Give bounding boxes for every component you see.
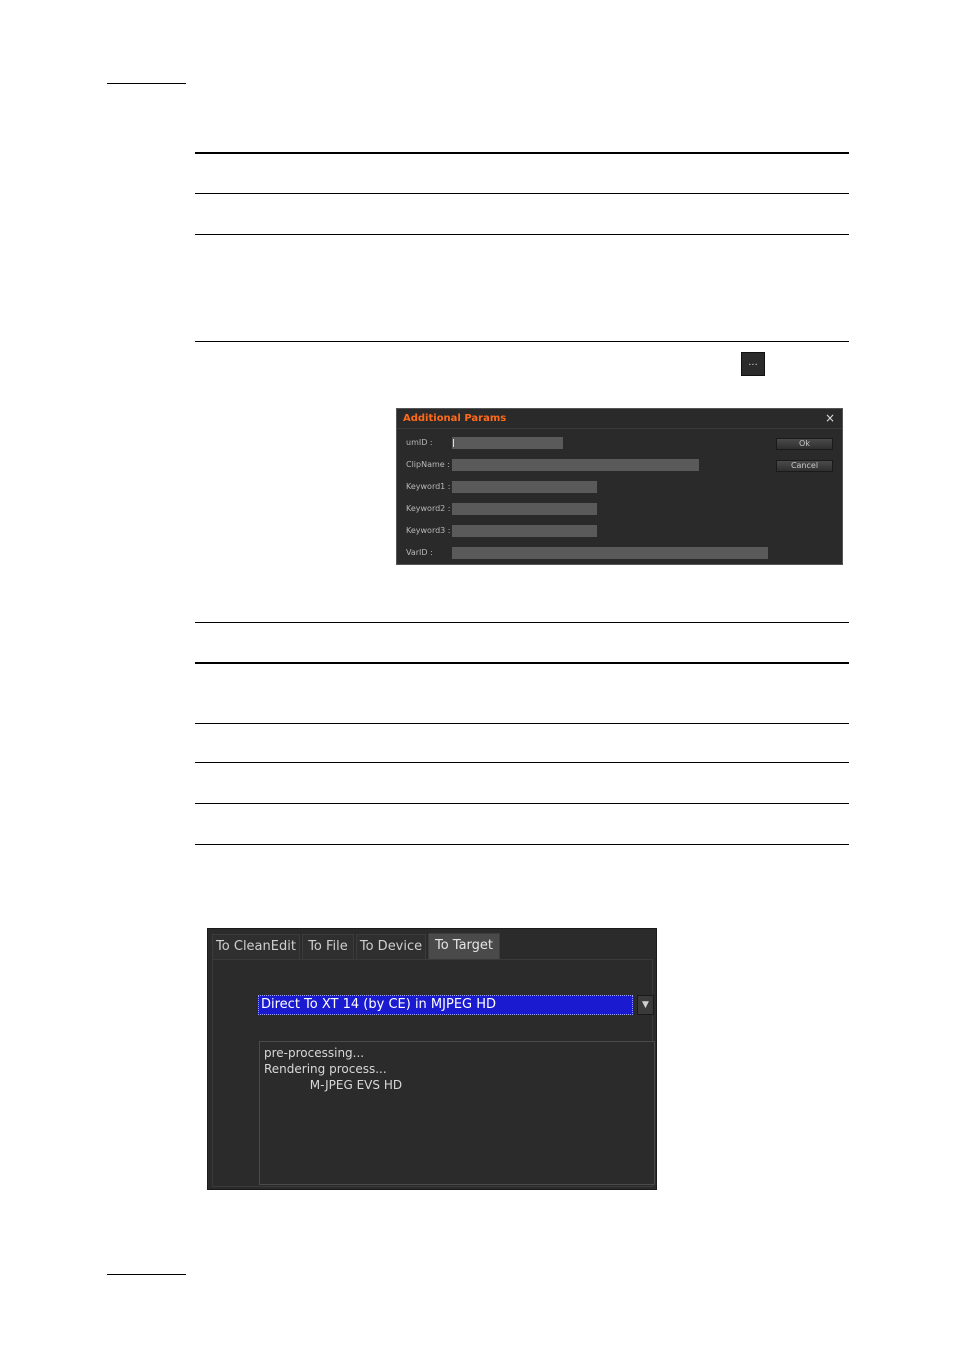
table-rule	[195, 622, 849, 623]
log-line: pre-processing...	[264, 1046, 365, 1060]
keyword1-field[interactable]	[452, 481, 597, 493]
varid-label: VarID :	[406, 548, 433, 557]
table-rule	[195, 723, 849, 724]
cancel-button[interactable]: Cancel	[776, 460, 833, 472]
table-rule	[195, 234, 849, 235]
table-rule	[195, 762, 849, 763]
keyword3-field[interactable]	[452, 525, 597, 537]
table-rule	[195, 193, 849, 194]
umid-field[interactable]	[452, 437, 563, 449]
keyword1-label: Keyword1 :	[406, 482, 451, 491]
tab-to-cleanedit[interactable]: To CleanEdit	[212, 934, 300, 959]
render-log: pre-processing... Rendering process... M…	[259, 1041, 655, 1185]
ok-button[interactable]: Ok	[776, 438, 833, 450]
footer-rule	[107, 1274, 186, 1275]
titlebar-divider	[397, 428, 842, 429]
tab-to-file[interactable]: To File	[302, 934, 354, 959]
table-rule	[195, 803, 849, 804]
keyword2-field[interactable]	[452, 503, 597, 515]
dialog-title: Additional Params	[403, 413, 507, 424]
additional-params-dialog: Additional Params × umID : ClipName : Ke…	[396, 408, 843, 565]
table-rule	[195, 152, 849, 154]
log-line: M-JPEG EVS HD	[264, 1078, 403, 1092]
header-rule	[107, 83, 186, 84]
chevron-down-icon[interactable]: ▼	[637, 995, 654, 1015]
keyword3-label: Keyword3 :	[406, 526, 451, 535]
table-rule	[195, 341, 849, 342]
close-icon[interactable]: ×	[825, 411, 835, 425]
ellipsis-button[interactable]: ...	[741, 352, 765, 376]
table-rule	[195, 662, 849, 664]
log-line: Rendering process...	[264, 1062, 387, 1076]
clipname-label: ClipName :	[406, 460, 450, 469]
umid-label: umID :	[406, 438, 433, 447]
output-panel: To CleanEdit To File To Device To Target…	[207, 928, 657, 1190]
text-caret	[453, 439, 454, 447]
target-select[interactable]: Direct To XT 14 (by CE) in MJPEG HD	[258, 995, 633, 1015]
keyword2-label: Keyword2 :	[406, 504, 451, 513]
tab-to-device[interactable]: To Device	[356, 934, 426, 959]
table-rule	[195, 844, 849, 845]
clipname-field[interactable]	[452, 459, 699, 471]
tab-to-target[interactable]: To Target	[428, 933, 500, 960]
varid-field[interactable]	[452, 547, 768, 559]
